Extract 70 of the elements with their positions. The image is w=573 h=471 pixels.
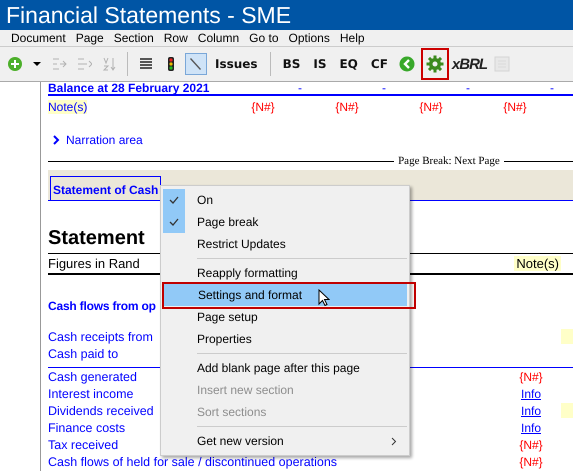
figures-label: Figures in Rand xyxy=(48,256,140,271)
context-menu-item[interactable]: Page break xyxy=(163,211,407,233)
indent-icon xyxy=(51,56,67,72)
row-label: Balance at 28 February 2021 xyxy=(48,82,210,94)
context-menu-item[interactable]: Properties xyxy=(163,328,407,350)
gear-icon xyxy=(426,55,444,73)
context-menu-item[interactable]: Add blank page after this page xyxy=(163,357,407,379)
menu-item[interactable]: Document xyxy=(6,31,71,45)
page-break-label: Page Break: Next Page xyxy=(397,155,501,167)
check-icon xyxy=(169,218,179,226)
note-reference: {N#} xyxy=(519,370,543,384)
caret-icon xyxy=(32,61,42,67)
info-link[interactable]: Info xyxy=(520,404,541,418)
line-item[interactable]: Dividends received xyxy=(48,404,154,418)
toolbar-button[interactable]: Issues xyxy=(210,55,263,73)
note-reference: {N#} xyxy=(519,454,543,468)
table-cell: - xyxy=(550,81,554,95)
context-menu-item[interactable]: Reapply formatting xyxy=(163,262,407,284)
table-cell: - xyxy=(466,81,470,95)
row-label: Note(s) xyxy=(48,100,88,114)
list-icon xyxy=(138,56,154,72)
line-item[interactable]: Finance costs xyxy=(48,420,126,434)
input-cell[interactable] xyxy=(561,403,573,418)
toolbar-button[interactable]: EQ xyxy=(334,55,363,73)
note-reference: {N#} xyxy=(335,100,359,114)
add-icon xyxy=(7,56,23,72)
section-title[interactable]: Statement of Cash xyxy=(50,176,162,201)
window-title: Financial Statements - SME xyxy=(6,2,292,28)
line-item[interactable]: Cash flows of held for sale / discontinued operations xyxy=(48,454,338,468)
note-reference: {N#} xyxy=(519,438,543,452)
context-menu-item[interactable]: On xyxy=(163,189,407,211)
spreadsheet-icon xyxy=(493,55,512,73)
info-link[interactable]: Info xyxy=(520,386,541,400)
note-reference: {N#} xyxy=(419,100,443,114)
table-cell: - xyxy=(298,81,302,95)
column-header: Note(s) xyxy=(514,256,561,271)
note-reference: {N#} xyxy=(251,100,275,114)
line-item[interactable]: Cash receipts from xyxy=(48,330,153,344)
menu-item[interactable]: Go to xyxy=(244,31,284,45)
toolbar-button[interactable]: BS xyxy=(278,55,306,73)
line-item[interactable]: Cash paid to xyxy=(48,346,118,360)
context-menu-item[interactable]: Restrict Updates xyxy=(163,233,407,255)
input-cell[interactable] xyxy=(561,329,573,344)
subheading: Cash flows from op xyxy=(48,299,156,315)
menu-item[interactable]: Column xyxy=(192,31,244,45)
mouse-cursor-icon xyxy=(318,289,330,307)
context-menu-item[interactable]: Settings and format xyxy=(164,284,407,306)
toolbar-button[interactable]: CF xyxy=(366,55,393,73)
sort-icon xyxy=(101,56,117,72)
narration-link[interactable]: Narration area xyxy=(66,133,143,147)
check-icon xyxy=(169,196,179,204)
statement-heading: Statement xyxy=(48,227,145,251)
line-item[interactable]: Cash generated xyxy=(48,370,137,384)
context-menu-item[interactable]: Page setup xyxy=(163,306,407,328)
pen-icon xyxy=(188,56,204,72)
xbrl-logo[interactable]: xBRL xyxy=(452,56,488,72)
chevron-icon xyxy=(53,135,60,145)
outdent-icon xyxy=(76,56,92,72)
menu-item[interactable]: Section xyxy=(108,31,159,45)
table-cell: - xyxy=(382,81,386,95)
info-link[interactable]: Info xyxy=(520,420,541,434)
menu-item[interactable]: Options xyxy=(284,31,335,45)
note-reference: {N#} xyxy=(503,100,527,114)
line-item[interactable]: Interest income xyxy=(48,386,134,400)
menu-item[interactable]: Help xyxy=(334,31,370,45)
menu-item[interactable]: Page xyxy=(70,31,109,45)
menu-item[interactable]: Row xyxy=(158,31,193,45)
toolbar-button[interactable]: IS xyxy=(308,55,332,73)
line-item[interactable]: Tax received xyxy=(48,438,118,452)
context-menu-item[interactable]: Get new version xyxy=(163,430,407,452)
